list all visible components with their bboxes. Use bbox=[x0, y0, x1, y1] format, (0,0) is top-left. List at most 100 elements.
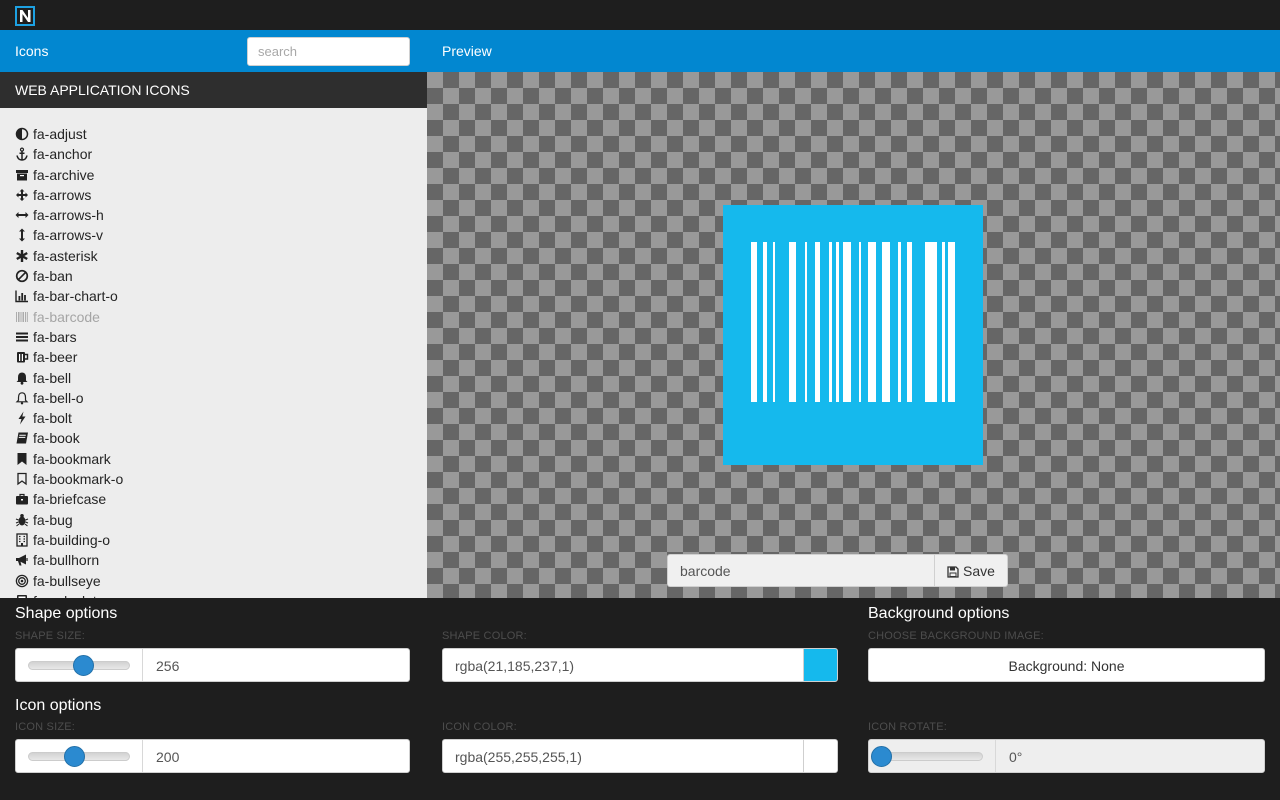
icon-list-item[interactable]: fa-bell bbox=[0, 368, 427, 388]
options-panel: Shape options SHAPE SIZE: 256 SHAPE COLO… bbox=[0, 598, 1280, 800]
icon-list-item[interactable]: fa-archive bbox=[0, 165, 427, 185]
icon-options-title: Icon options bbox=[15, 697, 102, 714]
bolt-icon bbox=[18, 411, 26, 425]
icon-list-item[interactable]: fa-arrows-v bbox=[0, 225, 427, 245]
icon-rotate-handle[interactable] bbox=[871, 746, 892, 767]
icon-list-item[interactable]: fa-calculator bbox=[0, 591, 427, 598]
book-icon bbox=[16, 432, 28, 444]
save-icon bbox=[947, 565, 959, 578]
arrows-v-icon bbox=[19, 228, 25, 242]
icon-rotate-slider[interactable] bbox=[869, 740, 996, 772]
shape-size-control: 256 bbox=[15, 648, 410, 682]
icon-list[interactable]: fa-adjust fa-anchor fa-archive fa-arrows fa-… bbox=[0, 108, 427, 598]
filename-input[interactable] bbox=[667, 554, 934, 587]
icon-list-item[interactable]: fa-bolt bbox=[0, 408, 427, 428]
bullseye-icon bbox=[15, 574, 29, 587]
archive-icon bbox=[16, 169, 28, 181]
shape-color-swatch[interactable] bbox=[803, 649, 837, 681]
icon-category-header[interactable]: WEB APPLICATION ICONS bbox=[0, 72, 427, 108]
adjust-icon bbox=[15, 127, 29, 141]
icon-category-label: WEB APPLICATION ICONS bbox=[15, 82, 190, 98]
icons-panel-title: Icons bbox=[15, 43, 49, 59]
icon-list-item[interactable]: fa-bookmark-o bbox=[0, 469, 427, 489]
shape-color-value[interactable]: rgba(21,185,237,1) bbox=[455, 658, 574, 674]
barcode-bar bbox=[859, 242, 861, 402]
icon-list-item[interactable]: fa-bookmark bbox=[0, 449, 427, 469]
top-bar bbox=[0, 0, 1280, 30]
icon-list-item[interactable]: fa-building-o bbox=[0, 530, 427, 550]
icon-color-value[interactable]: rgba(255,255,255,1) bbox=[455, 749, 582, 765]
barcode-bar bbox=[751, 242, 757, 402]
icon-list-item[interactable]: fa-bullseye bbox=[0, 571, 427, 591]
icon-color-swatch[interactable] bbox=[803, 740, 837, 772]
background-button[interactable]: Background: None bbox=[868, 648, 1265, 682]
briefcase-icon bbox=[16, 494, 28, 505]
icon-list-item[interactable]: fa-adjust bbox=[0, 124, 427, 144]
bell-icon bbox=[16, 372, 28, 385]
preview-panel-header: Preview bbox=[427, 30, 1280, 72]
anchor-icon bbox=[16, 147, 28, 162]
icon-size-slider[interactable] bbox=[16, 740, 143, 772]
icon-list-item-label: fa-arrows-v bbox=[33, 227, 104, 244]
shape-color-field[interactable]: rgba(21,185,237,1) bbox=[442, 648, 838, 682]
icon-list-item[interactable]: fa-bullhorn bbox=[0, 550, 427, 570]
barcode-bar bbox=[942, 242, 945, 402]
icon-list-item[interactable]: fa-arrows-h bbox=[0, 205, 427, 225]
bullhorn-icon bbox=[16, 554, 28, 566]
icon-rotate-control: 0° bbox=[868, 739, 1265, 773]
barcode-bar bbox=[815, 242, 820, 402]
preview-shape bbox=[723, 205, 983, 465]
icon-list-item[interactable]: fa-asterisk bbox=[0, 246, 427, 266]
shape-options-title: Shape options bbox=[15, 605, 118, 622]
asterisk-icon bbox=[16, 249, 28, 262]
save-button[interactable]: Save bbox=[934, 554, 1008, 587]
shape-size-slider[interactable] bbox=[16, 649, 143, 681]
icon-list-item-label: fa-barcode bbox=[33, 308, 100, 325]
preview-canvas: Save bbox=[427, 72, 1280, 598]
bars-icon bbox=[16, 332, 28, 342]
icon-list-item-label: fa-asterisk bbox=[33, 247, 98, 264]
icon-list-item-label: fa-beer bbox=[33, 349, 78, 366]
icon-rotate-track[interactable] bbox=[881, 752, 983, 761]
icon-list-item-label: fa-bell-o bbox=[33, 389, 84, 406]
search-input[interactable] bbox=[247, 37, 410, 66]
app-logo-icon[interactable] bbox=[15, 6, 35, 26]
bar-chart-icon bbox=[15, 290, 28, 303]
icon-size-value[interactable]: 200 bbox=[156, 749, 179, 765]
icon-list-item[interactable]: fa-bug bbox=[0, 510, 427, 530]
icon-list-item[interactable]: fa-ban bbox=[0, 266, 427, 286]
icon-list-item-label: fa-anchor bbox=[33, 146, 93, 163]
barcode-bar bbox=[805, 242, 807, 402]
icon-size-handle[interactable] bbox=[63, 746, 85, 767]
icon-list-item[interactable]: fa-bar-chart-o bbox=[0, 286, 427, 306]
icon-list-item-label: fa-bullseye bbox=[33, 572, 101, 589]
barcode-bar bbox=[829, 242, 832, 402]
icon-list-item[interactable]: fa-bars bbox=[0, 327, 427, 347]
icon-list-item[interactable]: fa-beer bbox=[0, 347, 427, 367]
icon-list-item[interactable]: fa-anchor bbox=[0, 144, 427, 164]
icon-rotate-value[interactable]: 0° bbox=[1009, 749, 1022, 765]
bell-o-icon bbox=[15, 392, 29, 405]
icon-rotate-label: ICON ROTATE: bbox=[868, 721, 947, 733]
icon-list-item-label: fa-adjust bbox=[33, 126, 87, 142]
barcode-bar bbox=[907, 242, 912, 402]
icon-list-item-label: fa-bullhorn bbox=[33, 552, 100, 569]
background-options-title: Background options bbox=[868, 605, 1010, 622]
icon-list-item-label: fa-bug bbox=[33, 511, 73, 528]
ban-icon bbox=[15, 269, 29, 283]
icon-color-label: ICON COLOR: bbox=[442, 721, 517, 733]
shape-size-value[interactable]: 256 bbox=[156, 658, 179, 674]
icon-list-item[interactable]: fa-briefcase bbox=[0, 489, 427, 509]
icon-list-item[interactable]: fa-bell-o bbox=[0, 388, 427, 408]
icon-color-field[interactable]: rgba(255,255,255,1) bbox=[442, 739, 838, 773]
icon-list-item[interactable]: fa-barcode bbox=[0, 307, 427, 327]
shape-size-handle[interactable] bbox=[72, 655, 94, 676]
icon-list-item-label: fa-bookmark bbox=[33, 450, 111, 467]
icon-list-item-label: fa-briefcase bbox=[33, 491, 107, 508]
icon-list-item-label: fa-bolt bbox=[33, 410, 72, 427]
barcode-bar bbox=[925, 242, 937, 402]
icon-list-item[interactable]: fa-book bbox=[0, 428, 427, 448]
bookmark-o-icon bbox=[17, 472, 27, 486]
icon-list-item-label: fa-bar-chart-o bbox=[33, 288, 118, 305]
icon-list-item[interactable]: fa-arrows bbox=[0, 185, 427, 205]
